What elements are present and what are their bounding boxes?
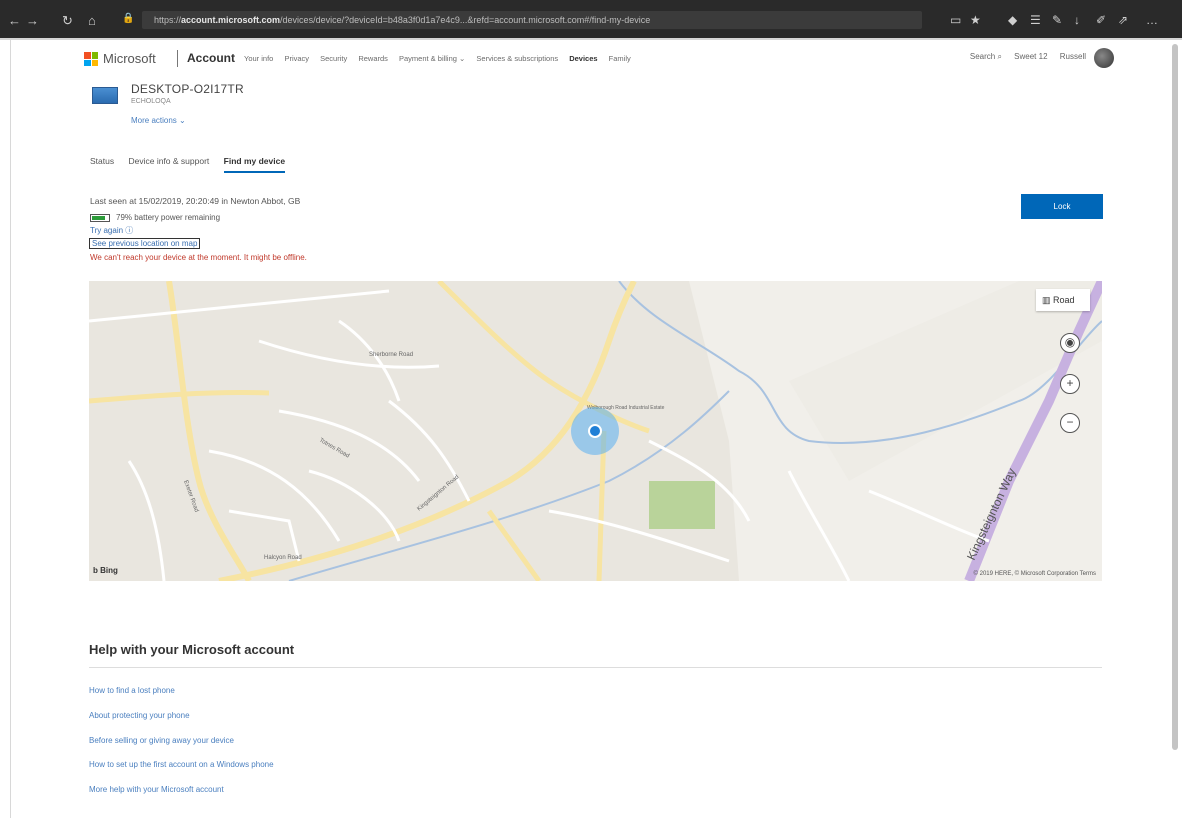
account-title[interactable]: Account <box>187 51 235 65</box>
url-prefix: https:// <box>154 15 182 25</box>
nav-services-subscriptions[interactable]: Services & subscriptions <box>476 54 558 63</box>
brand-name[interactable]: Microsoft <box>103 51 156 66</box>
url-domain: account.microsoft.com <box>181 15 281 25</box>
microsoft-logo-icon[interactable] <box>84 52 98 66</box>
download-icon[interactable]: ↓ <box>1074 13 1080 27</box>
laptop-icon <box>92 87 118 104</box>
help-link-find-lost-phone[interactable]: How to find a lost phone <box>89 686 175 695</box>
try-again-link[interactable]: Try again ⓘ <box>90 225 133 236</box>
help-divider <box>89 667 1102 668</box>
refresh-icon[interactable]: ↻ <box>62 13 73 29</box>
favorites-hub-icon[interactable]: ☰ <box>1030 13 1041 27</box>
url-path: /devices/device/?deviceId=b48a3f0d1a7e4c… <box>280 15 651 25</box>
help-link-setup-first-account[interactable]: How to set up the first account on a Win… <box>89 760 274 769</box>
tab-status[interactable]: Status <box>90 156 114 166</box>
map-style-label: Road <box>1053 295 1075 305</box>
nav-privacy[interactable]: Privacy <box>284 54 309 63</box>
help-title: Help with your Microsoft account <box>89 642 295 657</box>
notes-icon[interactable]: ✎ <box>1052 13 1062 27</box>
map-style-icon: ▥ <box>1042 295 1054 305</box>
page: ← → ↻ ⌂ 🔒 https://account.microsoft.com/… <box>0 0 1182 818</box>
extensions-icon[interactable]: ◆ <box>1008 13 1017 27</box>
more-actions-link[interactable]: More actions ⌄ <box>131 116 186 125</box>
tab-find-my-device[interactable]: Find my device <box>223 156 286 173</box>
lock-secure-icon: 🔒 <box>122 13 135 24</box>
map-label-road6: Halcyon Road <box>264 555 302 561</box>
location-pin-icon[interactable] <box>588 424 602 438</box>
scrollbar[interactable] <box>1172 44 1178 750</box>
browser-toolbar: ← → ↻ ⌂ 🔒 https://account.microsoft.com/… <box>0 0 1182 40</box>
locate-me-icon[interactable]: ◉ <box>1060 333 1080 353</box>
rewards-points[interactable]: Sweet 12 <box>1014 52 1047 61</box>
brand-divider <box>177 50 178 67</box>
device-tabs: Status Device info & support Find my dev… <box>90 156 297 173</box>
favorite-star-icon[interactable]: ★ <box>970 13 981 27</box>
device-name: DESKTOP-O2I17TR <box>131 82 244 96</box>
map-copyright: © 2019 HERE, © Microsoft Corporation Ter… <box>973 571 1096 577</box>
map-label-road1: Exeter Road <box>182 480 199 513</box>
share-icon[interactable]: ⇗ <box>1118 13 1128 27</box>
nav-family[interactable]: Family <box>609 54 631 63</box>
nav-rewards[interactable]: Rewards <box>358 54 388 63</box>
error-message: We can't reach your device at the moment… <box>90 253 307 262</box>
nav-security[interactable]: Security <box>320 54 347 63</box>
battery-text: 79% battery power remaining <box>116 213 221 222</box>
home-icon[interactable]: ⌂ <box>88 13 96 28</box>
zoom-out-icon[interactable]: − <box>1060 413 1080 433</box>
nav-devices[interactable]: Devices <box>569 54 597 63</box>
battery-status: 79% battery power remaining <box>90 213 220 222</box>
account-header: Microsoft Account Your info Privacy Secu… <box>84 48 1114 74</box>
help-link-before-selling[interactable]: Before selling or giving away your devic… <box>89 736 234 745</box>
map-canvas: Exeter Road Kingsteignton Road Sherborne… <box>89 281 1102 581</box>
bing-logo: b Bing <box>93 566 118 575</box>
header-utilities: Search ⌕ Sweet 12 Russell <box>950 52 1086 62</box>
map-style-button[interactable]: ▥ Road <box>1036 289 1090 311</box>
address-bar[interactable]: https://account.microsoft.com/devices/de… <box>142 11 922 29</box>
see-previous-location-link[interactable]: See previous location on map <box>89 238 201 249</box>
pen-icon[interactable]: ✐ <box>1096 13 1106 27</box>
park-area <box>649 481 715 529</box>
battery-icon <box>90 213 110 222</box>
map-view[interactable]: Exeter Road Kingsteignton Road Sherborne… <box>89 281 1102 581</box>
battery-fill <box>92 215 105 220</box>
zoom-in-icon[interactable]: + <box>1060 374 1080 394</box>
search-label: Search <box>969 52 996 61</box>
tab-device-info-support[interactable]: Device info & support <box>128 156 209 166</box>
avatar[interactable] <box>1094 48 1114 68</box>
search-link[interactable]: Search ⌕ <box>960 52 1002 61</box>
back-icon[interactable]: ← <box>8 13 21 28</box>
more-menu-icon[interactable]: … <box>1146 13 1158 27</box>
user-name[interactable]: Russell <box>1060 52 1086 61</box>
frame-edge <box>10 40 11 818</box>
reading-view-icon[interactable]: ▭ <box>950 13 961 27</box>
header-nav: Your info Privacy Security Rewards Payme… <box>244 54 640 63</box>
lock-button[interactable]: Lock <box>1021 194 1103 219</box>
map-label-road4: Totnes Road <box>318 438 350 460</box>
forward-icon[interactable]: → <box>26 13 39 28</box>
help-link-protecting-phone[interactable]: About protecting your phone <box>89 711 190 720</box>
map-label-road3: Sherborne Road <box>369 352 413 358</box>
help-link-more-help[interactable]: More help with your Microsoft account <box>89 785 224 794</box>
nav-your-info[interactable]: Your info <box>244 54 273 63</box>
device-subtitle: ECHOLOQA <box>131 98 171 105</box>
last-seen-text: Last seen at 15/02/2019, 20:20:49 in New… <box>90 196 301 206</box>
nav-payment-billing[interactable]: Payment & billing ⌄ <box>399 54 465 63</box>
